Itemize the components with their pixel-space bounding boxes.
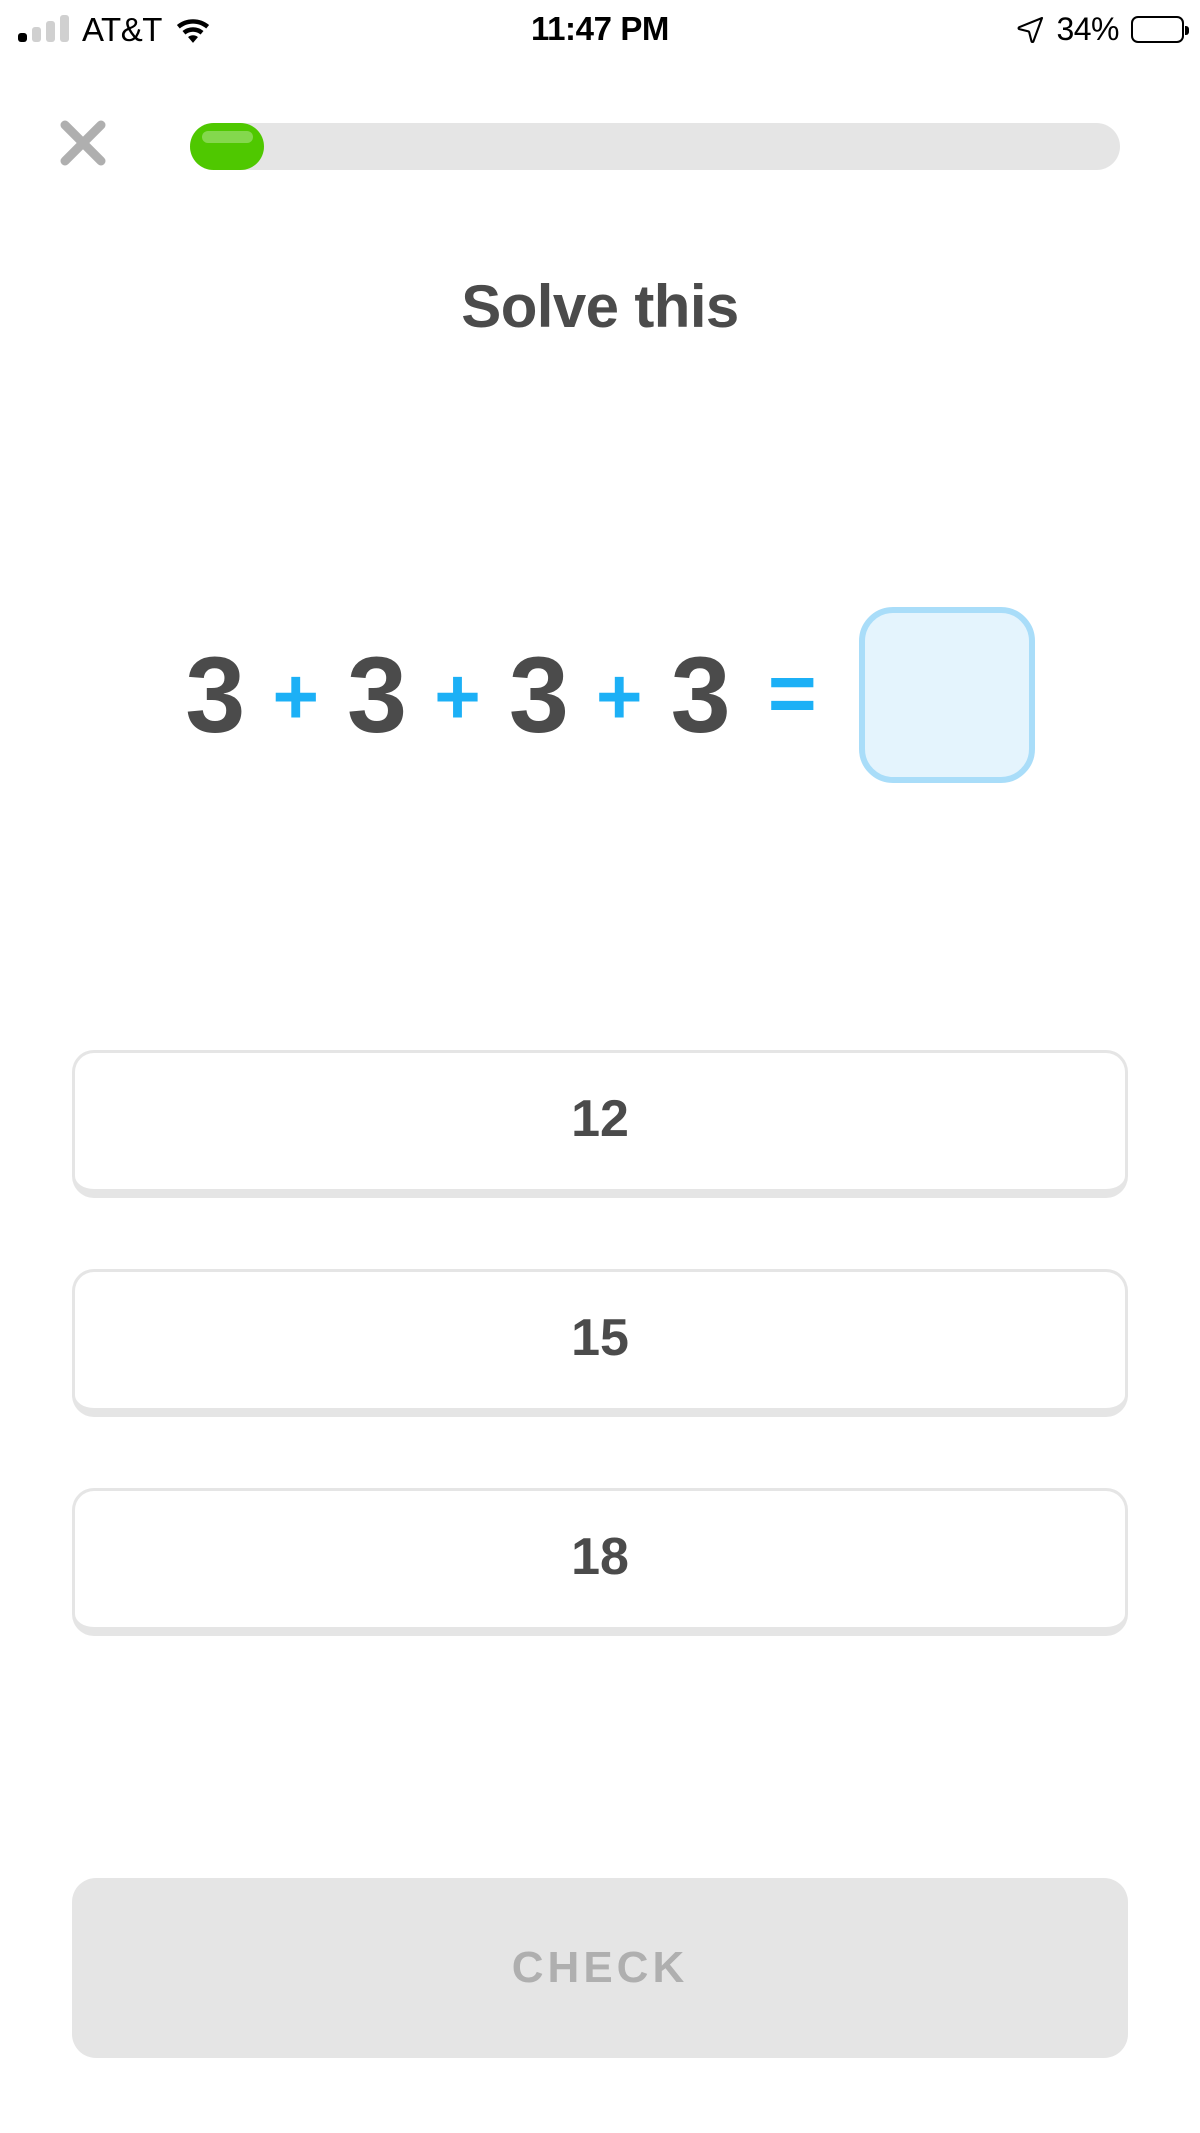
app-screen: AT&T 11:47 PM 34% Solve this 3 + 3 + 3 +… (0, 0, 1200, 2133)
page-title: Solve this (461, 273, 739, 340)
answer-option-2[interactable]: 15 (72, 1269, 1128, 1417)
answer-option-label: 12 (571, 1090, 629, 1148)
equation-term: 3 (185, 634, 245, 755)
equals-icon: = (767, 646, 817, 740)
lesson-progress-bar (190, 123, 1120, 170)
equation-term: 3 (670, 634, 731, 755)
lesson-progress-fill (190, 123, 265, 170)
close-x-icon (57, 117, 109, 169)
battery-percent-label: 34% (1056, 10, 1119, 47)
battery-icon (1131, 15, 1189, 43)
location-arrow-icon (1017, 16, 1044, 43)
status-bar-right: 34% (1017, 10, 1189, 48)
answer-option-label: 18 (571, 1528, 629, 1586)
check-button[interactable]: CHECK (72, 1878, 1128, 2058)
check-button-label: CHECK (511, 1943, 689, 1992)
equation-term: 3 (347, 634, 407, 755)
answer-input-box[interactable] (858, 607, 1035, 783)
plus-icon: + (434, 652, 481, 741)
answer-option-label: 15 (571, 1309, 629, 1367)
plus-icon: + (272, 652, 320, 741)
plus-icon: + (595, 652, 643, 741)
close-lesson-button[interactable] (52, 112, 114, 174)
lesson-top-bar (0, 110, 1200, 180)
status-bar: AT&T 11:47 PM 34% (0, 0, 1200, 58)
equation-term: 3 (508, 634, 569, 755)
answer-option-1[interactable]: 12 (72, 1050, 1128, 1198)
answer-option-3[interactable]: 18 (72, 1488, 1128, 1636)
equation-row: 3 + 3 + 3 + 3 = (0, 600, 1200, 790)
answer-options-list: 12 15 18 (72, 1050, 1128, 1636)
